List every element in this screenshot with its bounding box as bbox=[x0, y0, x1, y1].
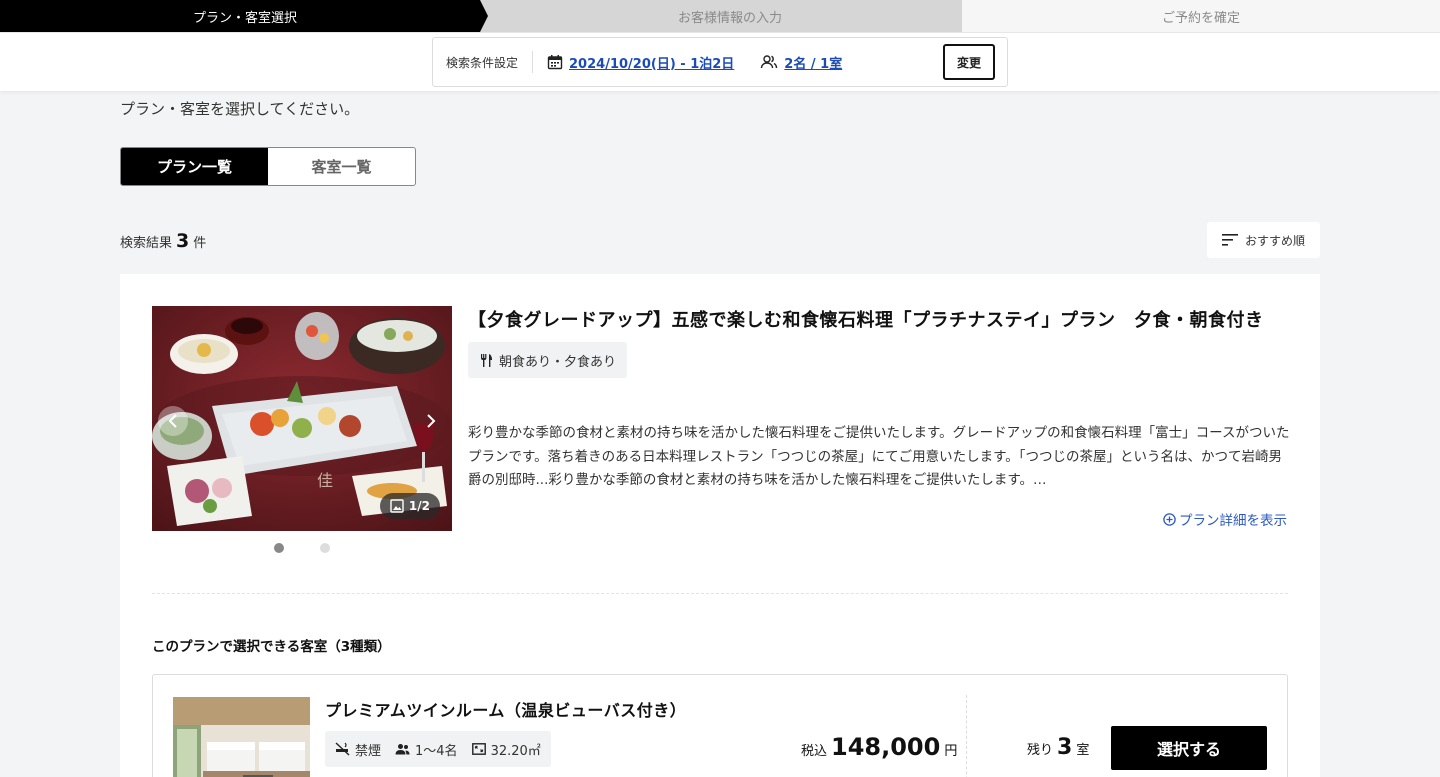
chevron-left-icon bbox=[168, 414, 177, 428]
room-photo[interactable] bbox=[173, 697, 310, 777]
calendar-icon bbox=[547, 55, 563, 70]
plan-card: 佳 1/2 【夕食グレードアップ】五感で楽しむ和食懐石料理「プラチナステイ」プラ… bbox=[120, 274, 1320, 777]
date-link[interactable]: 2024/10/20(日) - 1泊2日 bbox=[547, 53, 734, 72]
guests-value[interactable]: 2名 / 1室 bbox=[784, 53, 842, 72]
photo-prev-button[interactable] bbox=[158, 406, 188, 436]
divider bbox=[966, 695, 967, 777]
room-card: プレミアムツインルーム（温泉ビューバス付き） 禁煙 1〜4名 32.20㎡ 税込… bbox=[152, 674, 1288, 777]
image-icon bbox=[390, 499, 404, 513]
capacity-label: 1〜4名 bbox=[415, 743, 458, 759]
svg-text:佳: 佳 bbox=[317, 471, 333, 490]
no-smoking-icon bbox=[335, 742, 350, 756]
price-value: 148,000 bbox=[831, 733, 941, 761]
meal-tag: 朝食あり・夕食あり bbox=[468, 342, 628, 378]
remaining-label: 残り bbox=[1027, 743, 1054, 758]
people-icon bbox=[395, 744, 410, 755]
carousel-dots bbox=[274, 543, 330, 553]
area-attribute: 32.20㎡ bbox=[471, 740, 541, 759]
search-conditions-label: 検索条件設定 bbox=[446, 55, 519, 70]
tab-room-list[interactable]: 客室一覧 bbox=[268, 148, 415, 185]
view-tabs: プラン一覧 客室一覧 bbox=[120, 147, 416, 186]
result-count: 検索結果 3 件 bbox=[120, 230, 206, 252]
people-icon bbox=[761, 55, 778, 69]
carousel-dot[interactable] bbox=[274, 543, 284, 553]
utensils-icon bbox=[481, 353, 492, 367]
page-instruction: プラン・客室を選択してください。 bbox=[120, 100, 360, 118]
sort-button[interactable]: おすすめ順 bbox=[1207, 222, 1320, 258]
chevron-right-icon bbox=[427, 414, 436, 428]
smoking-attribute: 禁煙 bbox=[335, 740, 381, 759]
price-tax-label: 税込 bbox=[801, 744, 828, 759]
smoking-label: 禁煙 bbox=[355, 743, 382, 759]
twin-room-image bbox=[173, 697, 310, 777]
result-count-number: 3 bbox=[176, 230, 190, 252]
area-label: 32.20㎡ bbox=[490, 743, 541, 759]
step-plan-room-select: プラン・客室選択 bbox=[0, 0, 490, 32]
step-guest-info: お客様情報の入力 bbox=[480, 0, 972, 32]
plan-title[interactable]: 【夕食グレードアップ】五感で楽しむ和食懐石料理「プラチナステイ」プラン 夕食・朝… bbox=[468, 306, 1298, 332]
rooms-remaining: 残り 3 室 bbox=[1027, 735, 1089, 760]
price-unit: 円 bbox=[944, 744, 958, 759]
search-conditions-bar: 検索条件設定 2024/10/20(日) - 1泊2日 2名 / 1室 変更 bbox=[432, 37, 1008, 87]
change-button[interactable]: 変更 bbox=[943, 44, 995, 80]
plan-description: 彩り豊かな季節の食材と素材の持ち味を活かした懐石料理をご提供いたします。グレード… bbox=[468, 425, 1290, 488]
date-value[interactable]: 2024/10/20(日) - 1泊2日 bbox=[569, 53, 734, 72]
capacity-attribute: 1〜4名 bbox=[395, 740, 458, 759]
progress-stepper: プラン・客室選択 お客様情報の入力 ご予約を確定 bbox=[0, 0, 1440, 33]
plan-detail-link[interactable]: プラン詳細を表示 bbox=[1163, 509, 1287, 529]
divider bbox=[532, 51, 534, 73]
sort-label[interactable]: おすすめ順 bbox=[1245, 232, 1305, 249]
floor-area-icon bbox=[471, 743, 486, 755]
photo-next-button[interactable] bbox=[416, 406, 446, 436]
carousel-dot[interactable] bbox=[320, 543, 330, 553]
rooms-heading: このプランで選択できる客室（3種類） bbox=[152, 639, 391, 655]
photo-counter: 1/2 bbox=[408, 499, 430, 513]
room-name[interactable]: プレミアムツインルーム（温泉ビューバス付き） bbox=[325, 697, 686, 721]
plan-detail-label[interactable]: プラン詳細を表示 bbox=[1179, 509, 1287, 529]
remaining-count: 3 bbox=[1057, 735, 1073, 760]
remaining-unit: 室 bbox=[1076, 743, 1090, 758]
result-count-prefix: 検索結果 bbox=[120, 236, 173, 251]
guests-link[interactable]: 2名 / 1室 bbox=[760, 53, 842, 72]
meal-tag-label: 朝食あり・夕食あり bbox=[499, 354, 617, 370]
tab-plan-list[interactable]: プラン一覧 bbox=[121, 148, 268, 185]
divider bbox=[152, 593, 1288, 594]
result-count-suffix: 件 bbox=[193, 236, 207, 251]
sort-icon bbox=[1221, 234, 1238, 246]
plus-circle-icon bbox=[1163, 512, 1176, 526]
photo-counter-badge: 1/2 bbox=[379, 493, 440, 519]
room-price: 税込 148,000 円 bbox=[801, 733, 957, 761]
plan-photo[interactable]: 佳 1/2 bbox=[152, 306, 452, 531]
step-confirm: ご予約を確定 bbox=[962, 0, 1440, 32]
room-attributes: 禁煙 1〜4名 32.20㎡ bbox=[325, 731, 551, 767]
select-room-button[interactable]: 選択する bbox=[1111, 726, 1267, 770]
